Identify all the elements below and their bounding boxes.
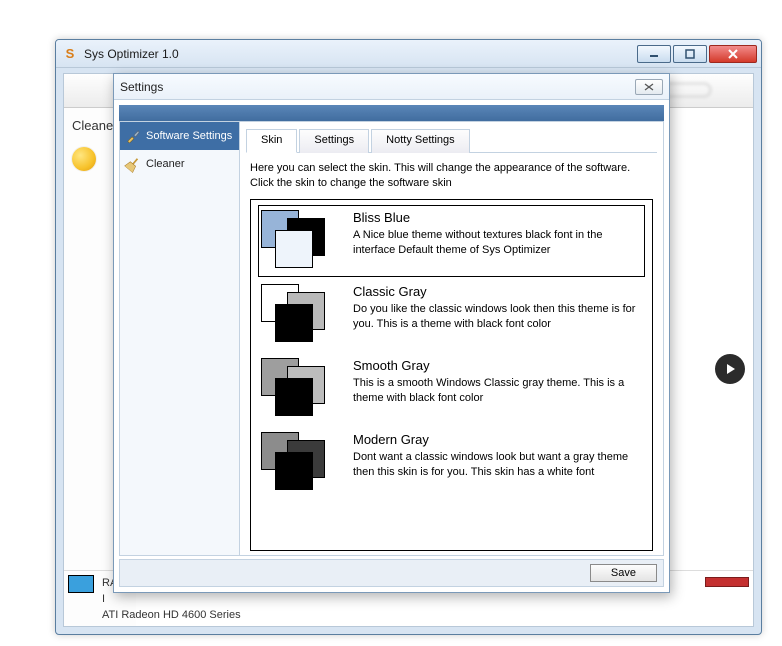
tab-notty-settings[interactable]: Notty Settings xyxy=(371,129,469,153)
settings-body: Software Settings Cleaner Skin Settings … xyxy=(119,121,664,556)
minimize-icon xyxy=(649,49,659,59)
intro-line-2: Click the skin to change the software sk… xyxy=(250,176,653,191)
skin-option-modern-gray[interactable]: A Modern Gray Dont want a classic window… xyxy=(257,426,646,500)
main-window-title: Sys Optimizer 1.0 xyxy=(84,47,637,61)
sun-icon xyxy=(72,147,96,171)
tab-label: Skin xyxy=(261,134,282,146)
skin-list: Bliss Blue A Nice blue theme without tex… xyxy=(250,199,653,551)
close-button[interactable] xyxy=(709,45,757,63)
skin-intro: Here you can select the skin. This will … xyxy=(250,161,653,191)
tab-skin[interactable]: Skin xyxy=(246,129,297,153)
tab-label: Notty Settings xyxy=(386,134,454,146)
skin-thumb xyxy=(261,358,339,416)
status-meter xyxy=(705,577,749,587)
skin-thumb xyxy=(261,284,339,342)
skin-title: Smooth Gray xyxy=(353,358,642,373)
gpu-chip-icon xyxy=(68,575,94,593)
settings-dialog-title: Settings xyxy=(120,80,635,94)
nav-item-cleaner[interactable]: Cleaner xyxy=(120,150,239,178)
tab-settings[interactable]: Settings xyxy=(299,129,369,153)
nav-item-label: Software Settings xyxy=(146,130,232,142)
minimize-button[interactable] xyxy=(637,45,671,63)
status-line-3: ATI Radeon HD 4600 Series xyxy=(102,609,241,621)
skin-thumb xyxy=(261,210,339,268)
skin-desc: This is a smooth Windows Classic gray th… xyxy=(353,376,642,406)
tab-label: Settings xyxy=(314,134,354,146)
settings-dialog: Settings Software Settings Cleaner Skin … xyxy=(113,73,670,593)
settings-right-pane: Skin Settings Notty Settings Here you ca… xyxy=(239,121,664,556)
app-icon: S xyxy=(62,46,78,62)
settings-close-button[interactable] xyxy=(635,79,663,95)
main-titlebar[interactable]: S Sys Optimizer 1.0 xyxy=(56,40,761,68)
skin-option-classic-gray[interactable]: Classic Gray Do you like the classic win… xyxy=(257,278,646,352)
close-icon xyxy=(643,83,655,91)
save-button-label: Save xyxy=(611,567,636,579)
skin-desc: Do you like the classic windows look the… xyxy=(353,302,642,332)
maximize-button[interactable] xyxy=(673,45,707,63)
settings-titlebar[interactable]: Settings xyxy=(114,74,669,100)
nav-item-software-settings[interactable]: Software Settings xyxy=(120,122,239,150)
nav-item-label: Cleaner xyxy=(146,158,185,170)
next-arrow-button[interactable] xyxy=(715,354,745,384)
save-button[interactable]: Save xyxy=(590,564,657,582)
skin-option-smooth-gray[interactable]: Smooth Gray This is a smooth Windows Cla… xyxy=(257,352,646,426)
skin-desc: Dont want a classic windows look but wan… xyxy=(353,450,642,480)
skin-thumb: A xyxy=(261,432,339,490)
broom-icon xyxy=(123,154,143,174)
maximize-icon xyxy=(685,49,695,59)
tools-icon xyxy=(126,129,140,143)
tab-content-skin: Here you can select the skin. This will … xyxy=(240,153,663,559)
settings-header-strip xyxy=(119,105,664,121)
status-line-2: I xyxy=(102,593,105,605)
settings-tabs: Skin Settings Notty Settings xyxy=(246,128,657,153)
intro-line-1: Here you can select the skin. This will … xyxy=(250,161,653,176)
skin-title: Bliss Blue xyxy=(353,210,642,225)
skin-title: Classic Gray xyxy=(353,284,642,299)
settings-side-nav: Software Settings Cleaner xyxy=(119,121,239,556)
skin-option-bliss-blue[interactable]: Bliss Blue A Nice blue theme without tex… xyxy=(257,204,646,278)
close-icon xyxy=(728,49,738,59)
skin-title: Modern Gray xyxy=(353,432,642,447)
skin-desc: A Nice blue theme without textures black… xyxy=(353,228,642,258)
settings-footer: Save xyxy=(119,559,664,587)
